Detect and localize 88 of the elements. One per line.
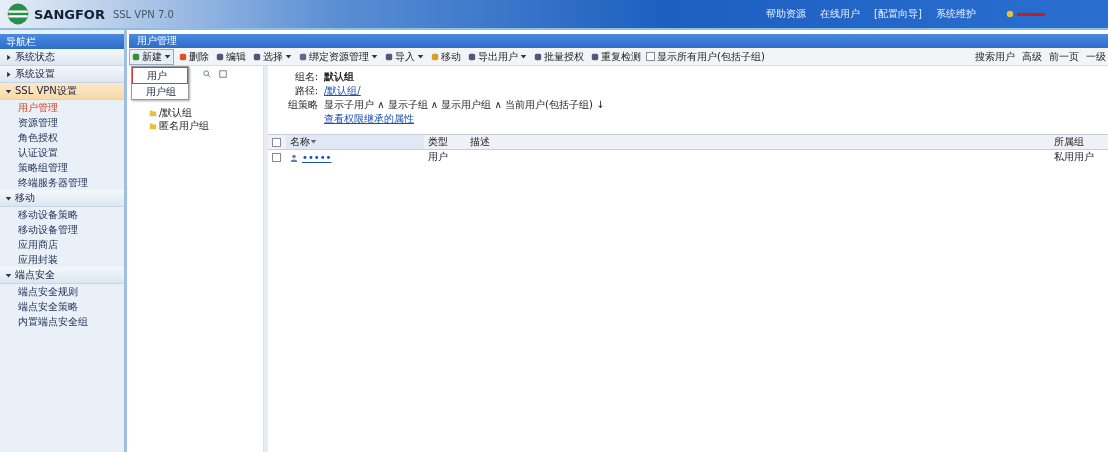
field-label: 路径: (293, 84, 318, 98)
toolbar-button[interactable]: 批量授权 (532, 49, 586, 64)
globe-logo-icon (6, 2, 30, 26)
logo-text: SANGFOR (34, 6, 105, 22)
caret-down-icon (164, 53, 171, 60)
sidebar-item[interactable]: 移动设备策略 (0, 207, 124, 222)
search-icon[interactable] (203, 70, 211, 78)
square-icon (431, 52, 439, 61)
select-all-checkbox[interactable] (272, 138, 281, 147)
toolbar-button[interactable]: 导入 (383, 49, 426, 64)
square-icon (253, 52, 261, 61)
square-icon (534, 52, 542, 61)
square-icon (385, 52, 393, 61)
header-link[interactable]: 在线用户 (820, 7, 860, 21)
square-icon (468, 52, 476, 61)
sidebar-item[interactable]: 认证设置 (0, 145, 124, 160)
sidebar-item[interactable]: 应用封装 (0, 252, 124, 267)
field-label: 组策略 (287, 98, 318, 112)
caret-down-icon (5, 87, 12, 95)
toolbar-button[interactable]: 高级 (1020, 49, 1044, 64)
caret-down-icon (5, 194, 12, 202)
square-icon (299, 52, 307, 61)
sidebar-item[interactable]: 用户管理 (0, 100, 124, 115)
menu-item[interactable]: 用户 (132, 67, 188, 84)
sidebar-item[interactable]: 端点安全规则 (0, 284, 124, 299)
show-all-checkbox[interactable]: 显示所有用户(包括子组) (646, 49, 765, 64)
panel-title: 用户管理 (137, 35, 177, 46)
sidebar-item[interactable]: 终端服务器管理 (0, 175, 124, 190)
square-icon (591, 52, 599, 61)
header-link[interactable]: 系统维护 (935, 7, 976, 21)
sidebar-item[interactable]: 移动设备管理 (0, 222, 124, 237)
sidebar-section[interactable]: 系统状态 (0, 49, 124, 66)
toolbar-button[interactable]: 新建 (129, 48, 174, 65)
tree-item[interactable]: 匿名用户组 (149, 119, 263, 132)
sidebar-section[interactable]: 移动 (0, 190, 124, 207)
caret-down-icon (371, 53, 378, 60)
sidebar-item[interactable]: 应用商店 (0, 237, 124, 252)
caret-down-icon (285, 53, 292, 60)
toolbar-button[interactable]: 前一页 (1047, 49, 1081, 64)
group-path: /默认组/ (324, 84, 361, 98)
sidebar-item[interactable]: 角色授权 (0, 130, 124, 145)
product-name: SSL VPN 7.0 (112, 8, 174, 20)
toolbar-button[interactable]: 编辑 (214, 49, 248, 64)
row-checkbox[interactable] (272, 153, 281, 162)
square-icon (179, 52, 187, 61)
toolbar-button[interactable]: 移动 (429, 49, 463, 64)
toolbar-button[interactable]: 搜索用户 (973, 49, 1017, 64)
user-icon (1005, 10, 1014, 18)
square-icon[interactable] (219, 70, 227, 78)
square-icon (132, 52, 140, 61)
filter-options: 显示子用户 ∧ 显示子组 ∧ 显示用户组 ∧ 当前用户(包括子组) ↓ (324, 98, 605, 112)
caret-right-icon (5, 53, 12, 61)
user-icon (290, 153, 298, 162)
column-header[interactable]: 描述 (466, 134, 1050, 150)
redacted-username (1016, 12, 1045, 16)
toolbar-button[interactable]: 删除 (177, 49, 211, 64)
sidebar-title: 导航栏 (0, 34, 124, 49)
sidebar-item[interactable]: 内置端点安全组 (0, 314, 124, 329)
toolbar-button[interactable]: 导出用户 (466, 49, 529, 64)
table-cell: 私用用户 (1050, 149, 1108, 164)
tree-item[interactable]: /默认组 (149, 106, 263, 119)
inherited-permissions-link[interactable]: 查看权限继承的属性 (324, 112, 414, 126)
toolbar-button[interactable]: 重复检测 (589, 49, 643, 64)
sidebar-item[interactable]: 策略组管理 (0, 160, 124, 175)
toolbar-button[interactable]: 选择 (251, 49, 294, 64)
square-icon (216, 52, 224, 61)
field-label: 组名: (293, 70, 318, 84)
column-header[interactable]: 名称 (286, 134, 424, 150)
toolbar-button[interactable]: 一级 (1084, 49, 1108, 64)
table-cell: 用户 (424, 149, 466, 164)
header-link[interactable]: [配置向导] (874, 7, 922, 21)
caret-right-icon (5, 70, 12, 78)
sidebar-item[interactable]: 端点安全策略 (0, 299, 124, 314)
caret-down-icon (417, 53, 424, 60)
toolbar-button[interactable]: 绑定资源管理 (297, 49, 380, 64)
sidebar-item[interactable]: 资源管理 (0, 115, 124, 130)
caret-down-icon (310, 138, 317, 145)
table-cell: ••••• (302, 151, 332, 163)
header-link[interactable]: 帮助资源 (766, 7, 806, 21)
column-header[interactable]: 类型 (424, 134, 466, 150)
sidebar-section[interactable]: 系统设置 (0, 66, 124, 83)
menu-item[interactable]: 用户组 (132, 84, 188, 99)
column-header[interactable]: 所属组 (1050, 134, 1108, 150)
group-name: 默认组 (324, 70, 354, 84)
caret-down-icon (5, 271, 12, 279)
caret-down-icon (520, 53, 527, 60)
sidebar-section[interactable]: 端点安全 (0, 267, 124, 284)
sidebar-section[interactable]: SSL VPN设置 (0, 83, 124, 100)
